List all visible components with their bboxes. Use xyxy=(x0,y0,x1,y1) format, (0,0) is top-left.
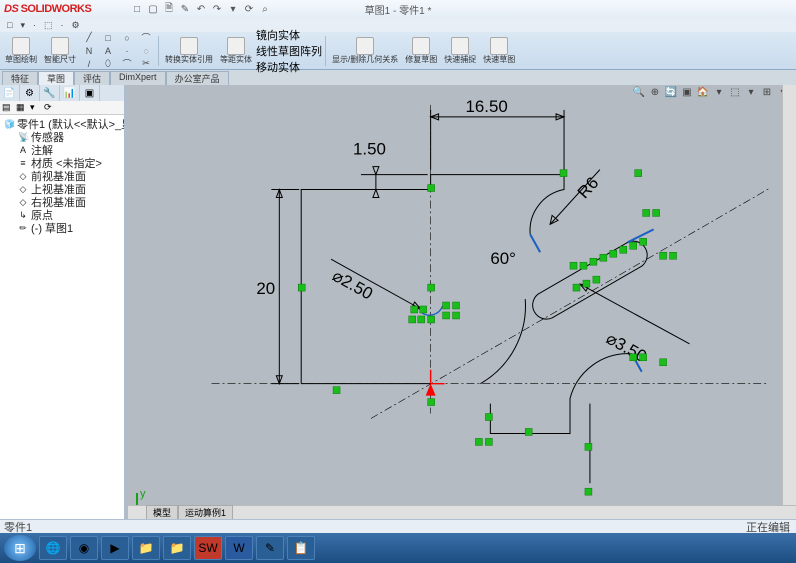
taskbar-explorer2-icon[interactable]: 📁 xyxy=(163,536,191,560)
qat-rebuild-icon[interactable]: ⟳ xyxy=(242,2,256,16)
dimension-20[interactable]: 20 xyxy=(256,190,299,384)
main-area: 📄 ⚙ 🔧 📊 ▣ ▤ ▦ ▾ ⟳ 🧊零件1 (默认<<默认>_显示状态 📡传感… xyxy=(0,85,796,533)
panel-tab-strip: 📄 ⚙ 🔧 📊 ▣ xyxy=(0,85,124,101)
move-entities-button[interactable]: 移动实体 xyxy=(256,59,322,75)
app-logo: DS SOLIDWORKS xyxy=(4,3,91,15)
feature-manager-panel: 📄 ⚙ 🔧 📊 ▣ ▤ ▦ ▾ ⟳ 🧊零件1 (默认<<默认>_显示状态 📡传感… xyxy=(0,85,125,533)
tree-dropdown-icon[interactable]: ▾ xyxy=(30,102,42,114)
panel-tab-dim-icon[interactable]: 📊 xyxy=(60,85,80,101)
point-tool-icon[interactable]: · xyxy=(118,45,136,57)
svg-text:y: y xyxy=(140,489,146,500)
taskbar-pencil-icon[interactable]: ✎ xyxy=(256,536,284,560)
panel-tab-display-icon[interactable]: ▣ xyxy=(80,85,100,101)
ellipse-tool-icon[interactable]: ◌ xyxy=(137,45,155,57)
dimension-dia2.50[interactable]: ⌀2.50 xyxy=(329,259,421,309)
sketch-button[interactable]: 草图绘制 xyxy=(2,33,40,69)
qat-print-icon[interactable]: ✎ xyxy=(178,2,192,16)
svg-text:1.50: 1.50 xyxy=(353,140,386,159)
menu-bar: □ ▾ · ⬚ · ⚙ xyxy=(0,18,796,32)
document-title: 草图1 - 零件1 * xyxy=(365,2,432,17)
ribbon: 草图绘制 智能尺寸 ╱ □ ○ ⌒ N A · ◌ / ⬯ ⌒ ✂ 转换实体引用… xyxy=(0,32,796,70)
sketch-tools-group: ╱ □ ○ ⌒ N A · ◌ / ⬯ ⌒ ✂ xyxy=(80,32,155,70)
convert-entities-button[interactable]: 转换实体引用 xyxy=(162,33,216,69)
circle-tool-icon[interactable]: ○ xyxy=(118,32,136,44)
pattern-group: 镜向实体 线性草图阵列 移动实体 xyxy=(256,27,322,75)
tree-display-icon[interactable]: ▦ xyxy=(16,102,28,114)
tab-sketch[interactable]: 草图 xyxy=(38,71,74,85)
dimension-1.50[interactable]: 1.50 xyxy=(353,140,428,198)
qat-open-icon[interactable]: ▢ xyxy=(146,2,160,16)
feature-tree[interactable]: 🧊零件1 (默认<<默认>_显示状态 📡传感器 A注解 ≡材质 <未指定> ◇前… xyxy=(0,115,124,519)
svg-text:60°: 60° xyxy=(490,249,516,268)
command-tabs: 特征 草图 评估 DimXpert 办公室产品 xyxy=(0,70,796,85)
dimension-16.50[interactable]: 16.50 xyxy=(431,97,564,170)
quick-access-toolbar: □ ▢ 🗎 ✎ ↶ ↷ ▾ ⟳ ⌕ xyxy=(130,2,272,16)
panel-tab-feature-icon[interactable]: 📄 xyxy=(0,85,20,101)
tree-refresh-icon[interactable]: ⟳ xyxy=(44,102,56,114)
motion-tab-bar: 模型 运动算例1 xyxy=(128,505,796,519)
panel-tab-property-icon[interactable]: ⚙ xyxy=(20,85,40,101)
vertical-scrollbar[interactable] xyxy=(782,85,796,533)
tab-evaluate[interactable]: 评估 xyxy=(74,71,110,85)
tree-item-sketch1[interactable]: ✏(-) 草图1 xyxy=(16,221,122,234)
sketch-canvas[interactable]: 16.50 1.50 R6 60° ⌀2.50 xyxy=(125,85,796,533)
qat-redo-icon[interactable]: ↷ xyxy=(210,2,224,16)
linear-pattern-button[interactable]: 线性草图阵列 xyxy=(256,43,322,59)
menu-item[interactable]: ⚙ xyxy=(68,20,82,31)
qat-save-icon[interactable]: 🗎 xyxy=(162,2,176,16)
windows-taskbar: ⊞ 🌐 ◉ ▶ 📁 📁 SW W ✎ 📋 xyxy=(0,533,796,563)
rect-tool-icon[interactable]: □ xyxy=(99,32,117,44)
menu-item[interactable]: · xyxy=(30,20,39,30)
qat-new-icon[interactable]: □ xyxy=(130,2,144,16)
arc-tool-icon[interactable]: ⌒ xyxy=(137,32,155,44)
quick-snap-button[interactable]: 快速捕捉 xyxy=(441,33,479,69)
start-button[interactable]: ⊞ xyxy=(4,535,36,561)
line-tool-icon[interactable]: ╱ xyxy=(80,32,98,44)
tab-model[interactable]: 模型 xyxy=(146,505,178,520)
offset-entities-button[interactable]: 等距实体 xyxy=(217,33,255,69)
menu-item[interactable]: ▾ xyxy=(17,20,28,31)
centerline-tool-icon[interactable]: / xyxy=(80,58,98,70)
status-bar: 零件1 正在编辑 xyxy=(0,519,796,533)
taskbar-media-icon[interactable]: ▶ xyxy=(101,536,129,560)
repair-sketch-button[interactable]: 修复草图 xyxy=(402,33,440,69)
title-bar: DS SOLIDWORKS □ ▢ 🗎 ✎ ↶ ↷ ▾ ⟳ ⌕ 草图1 - 零件… xyxy=(0,0,796,18)
tab-office[interactable]: 办公室产品 xyxy=(166,71,229,85)
dimension-R6[interactable]: R6 xyxy=(550,170,602,225)
tree-filter-icon[interactable]: ▤ xyxy=(2,102,14,114)
rapid-sketch-button[interactable]: 快速草图 xyxy=(480,33,518,69)
tree-toolbar: ▤ ▦ ▾ ⟳ xyxy=(0,101,124,115)
qat-undo-icon[interactable]: ↶ xyxy=(194,2,208,16)
fillet-tool-icon[interactable]: ⌒ xyxy=(118,58,136,70)
tab-features[interactable]: 特征 xyxy=(2,71,38,85)
taskbar-word-icon[interactable]: W xyxy=(225,536,253,560)
menu-item[interactable]: · xyxy=(57,20,66,30)
trim-tool-icon[interactable]: ✂ xyxy=(137,58,155,70)
slot-tool-icon[interactable]: ⬯ xyxy=(99,58,117,70)
dimension-60deg[interactable]: 60° xyxy=(490,249,516,268)
spline-tool-icon[interactable]: N xyxy=(80,45,98,57)
panel-tab-config-icon[interactable]: 🔧 xyxy=(40,85,60,101)
taskbar-explorer-icon[interactable]: 📁 xyxy=(132,536,160,560)
taskbar-solidworks-icon[interactable]: SW xyxy=(194,536,222,560)
text-tool-icon[interactable]: A xyxy=(99,45,117,57)
taskbar-app-icon[interactable]: ◉ xyxy=(70,536,98,560)
svg-text:16.50: 16.50 xyxy=(465,97,507,116)
graphics-viewport[interactable]: 🔍 ⊕ 🔄 ▣ 🏠 ▾ ⬚ ▾ ⊞ ▾ xyxy=(125,85,796,533)
menu-item[interactable]: ⬚ xyxy=(41,20,56,31)
mirror-entities-button[interactable]: 镜向实体 xyxy=(256,27,322,43)
smart-dimension-button[interactable]: 智能尺寸 xyxy=(41,33,79,69)
display-relations-button[interactable]: 显示/删除几何关系 xyxy=(329,33,401,69)
svg-text:R6: R6 xyxy=(574,173,603,202)
qat-dropdown-icon[interactable]: ▾ xyxy=(226,2,240,16)
tab-dimxpert[interactable]: DimXpert xyxy=(110,71,166,85)
qat-options-icon[interactable]: ⌕ xyxy=(258,2,272,16)
taskbar-browser-icon[interactable]: 🌐 xyxy=(39,536,67,560)
svg-text:20: 20 xyxy=(256,279,275,298)
tab-motion-study[interactable]: 运动算例1 xyxy=(178,505,233,520)
menu-item[interactable]: □ xyxy=(4,20,15,30)
taskbar-notes-icon[interactable]: 📋 xyxy=(287,536,315,560)
